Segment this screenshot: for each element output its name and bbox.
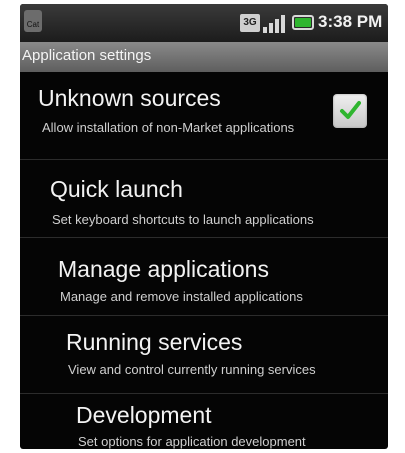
- setting-title: Development: [76, 402, 212, 428]
- setting-title: Running services: [66, 329, 243, 355]
- setting-title: Quick launch: [50, 176, 183, 202]
- setting-quick-launch[interactable]: Quick launch Set keyboard shortcuts to l…: [20, 160, 388, 238]
- setting-summary: View and control currently running servi…: [68, 362, 316, 377]
- setting-summary: Set keyboard shortcuts to launch applica…: [52, 212, 314, 227]
- setting-title: Unknown sources: [38, 85, 221, 111]
- setting-unknown-sources[interactable]: Unknown sources Allow installation of no…: [20, 72, 388, 160]
- status-time: 3:38 PM: [318, 12, 383, 31]
- title-bar: Application settings: [20, 42, 388, 72]
- setting-manage-applications[interactable]: Manage applications Manage and remove in…: [20, 238, 388, 316]
- page-title: Application settings: [22, 47, 152, 64]
- unknown-sources-checkbox[interactable]: [333, 94, 367, 128]
- setting-summary: Set options for application development: [78, 434, 306, 449]
- setting-summary: Manage and remove installed applications: [60, 289, 303, 304]
- battery-icon: [292, 15, 314, 30]
- signal-strength-icon: [263, 13, 287, 33]
- checkmark-icon: [340, 101, 361, 119]
- network-type-icon: 3G: [240, 14, 260, 32]
- status-bar: Cat 3G 3:38 PM: [20, 4, 388, 42]
- notification-icon[interactable]: Cat: [24, 10, 42, 32]
- setting-running-services[interactable]: Running services View and control curren…: [20, 316, 388, 394]
- phone-screen: Cat 3G 3:38 PM Application settings Unkn…: [20, 4, 388, 449]
- setting-title: Manage applications: [58, 256, 269, 282]
- setting-summary: Allow installation of non-Market applica…: [42, 120, 295, 135]
- setting-development[interactable]: Development Set options for application …: [20, 394, 388, 449]
